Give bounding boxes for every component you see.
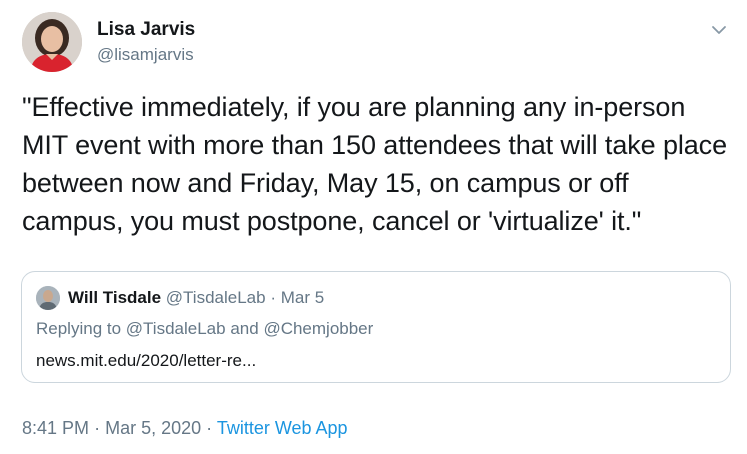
tweet-time[interactable]: 8:41 PM xyxy=(22,418,89,438)
tweet-text: "Effective immediately, if you are plann… xyxy=(22,92,727,236)
source-app-link[interactable]: Twitter Web App xyxy=(217,418,348,438)
tweet-date[interactable]: Mar 5, 2020 xyxy=(105,418,201,438)
author-avatar[interactable] xyxy=(22,12,82,72)
quoted-tweet-date: Mar 5 xyxy=(280,288,325,307)
author-handle[interactable]: @lisamjarvis xyxy=(97,45,194,65)
chevron-down-icon[interactable] xyxy=(709,20,729,40)
quoted-author-avatar xyxy=(36,286,60,310)
reply-mention-2: @Chemjobber xyxy=(263,319,374,338)
author-name[interactable]: Lisa Jarvis xyxy=(97,19,195,41)
separator: · xyxy=(270,288,276,307)
separator: · xyxy=(94,418,101,438)
reply-mention-1: @TisdaleLab xyxy=(125,319,226,338)
tweet-card: Lisa Jarvis @lisamjarvis "Effective imme… xyxy=(0,0,747,454)
reply-and: and xyxy=(230,319,259,338)
reply-prefix: Replying to xyxy=(36,319,122,338)
quoted-tweet-link: news.mit.edu/2020/letter-re... xyxy=(36,351,257,370)
quoted-tweet[interactable]: Will Tisdale @TisdaleLab · Mar 5 Replyin… xyxy=(21,271,731,383)
profile-photo-icon xyxy=(36,286,60,310)
replying-to: Replying to @TisdaleLab and @Chemjobber xyxy=(36,319,373,339)
profile-photo-icon xyxy=(22,12,82,72)
quoted-author-handle: @TisdaleLab xyxy=(165,288,266,307)
tweet-meta: 8:41 PM · Mar 5, 2020 · Twitter Web App xyxy=(22,418,348,439)
quoted-author-name: Will Tisdale xyxy=(68,288,162,307)
quoted-tweet-header: Will Tisdale @TisdaleLab · Mar 5 xyxy=(68,288,324,308)
separator: · xyxy=(206,418,213,438)
